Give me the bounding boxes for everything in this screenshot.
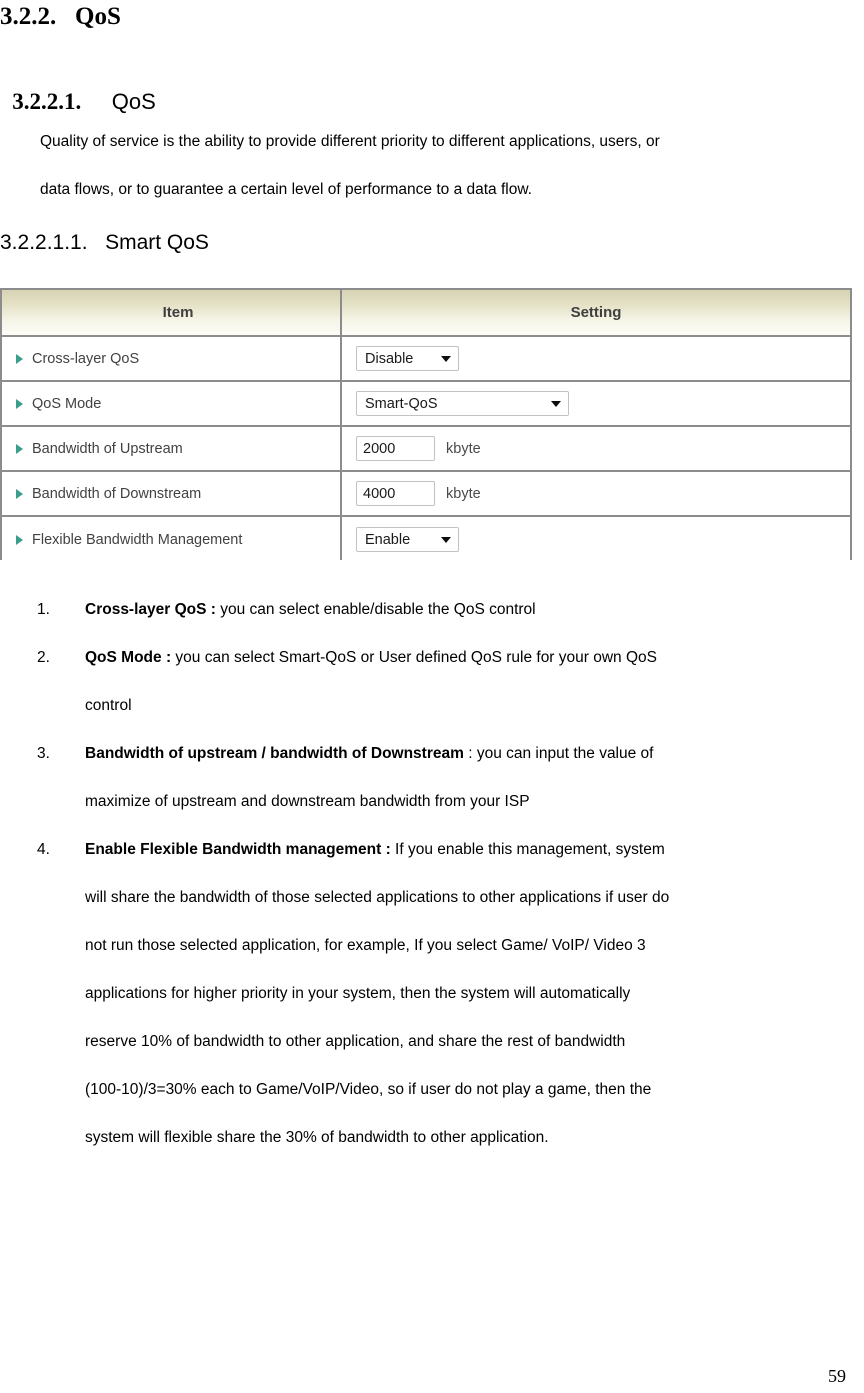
list-item-line: will share the bandwidth of those select… — [85, 889, 670, 906]
table-row: Flexible Bandwidth Management Enable — [2, 517, 850, 560]
list-item-line: not run those selected application, for … — [85, 937, 646, 954]
chevron-down-icon — [551, 400, 561, 407]
list-item-line: Enable Flexible Bandwidth management : I… — [85, 826, 860, 874]
section-heading-level3-number: 3.2.2.1. — [12, 89, 82, 114]
list-item-body: Enable Flexible Bandwidth management : I… — [85, 826, 860, 1162]
list-item: 3. Bandwidth of upstream / bandwidth of … — [0, 730, 864, 826]
intro-line: data flows, or to guarantee a certain le… — [40, 181, 532, 198]
chevron-down-icon — [441, 355, 451, 362]
list-item-term: QoS Mode : — [85, 649, 172, 666]
chevron-down-icon — [441, 536, 451, 543]
list-item-number: 2. — [37, 649, 50, 666]
row-label: Cross-layer QoS — [32, 350, 140, 367]
list-item-text: If you enable this management, system — [390, 841, 665, 858]
list-item-line: (100-10)/3=30% each to Game/VoIP/Video, … — [85, 1081, 652, 1098]
list-item-body: Bandwidth of upstream / bandwidth of Dow… — [85, 730, 860, 826]
cross-layer-qos-select[interactable]: Disable — [356, 346, 459, 371]
notes-list: 1. Cross-layer QoS : you can select enab… — [0, 586, 864, 1162]
list-item-number: 4. — [37, 841, 50, 858]
list-item-text: : you can input the value of — [463, 745, 654, 762]
bandwidth-downstream-value: 4000 — [363, 485, 396, 502]
list-item-line: reserve 10% of bandwidth to other applic… — [85, 1033, 626, 1050]
row-setting-cell: Enable — [342, 517, 850, 560]
list-item-line: control — [85, 697, 132, 714]
table-row: Bandwidth of Upstream 2000 kbyte — [2, 427, 850, 472]
list-item-text: you can select Smart-QoS or User defined… — [171, 649, 657, 666]
list-item-number: 3. — [37, 745, 50, 762]
flexible-bandwidth-management-value: Enable — [365, 531, 411, 548]
qos-mode-select[interactable]: Smart-QoS — [356, 391, 569, 416]
row-setting-cell: 2000 kbyte — [342, 427, 850, 470]
row-setting-cell: Disable — [342, 337, 850, 380]
page-number: 59 — [828, 1366, 846, 1386]
section-heading-level3: 3.2.2.1. QoS — [0, 60, 156, 116]
triangle-right-icon — [16, 534, 23, 545]
column-header-setting: Setting — [570, 304, 622, 321]
triangle-right-icon — [16, 488, 23, 499]
list-item-body: Cross-layer QoS : you can select enable/… — [85, 586, 860, 634]
list-item-line: Cross-layer QoS : you can select enable/… — [85, 586, 860, 634]
bandwidth-upstream-input[interactable]: 2000 — [356, 436, 435, 461]
list-item: 4. Enable Flexible Bandwidth management … — [0, 826, 864, 1162]
row-label-cell: Flexible Bandwidth Management — [2, 517, 342, 560]
section-heading-level4: 3.2.2.1.1. Smart QoS — [0, 231, 209, 254]
bandwidth-upstream-unit: kbyte — [446, 440, 481, 457]
list-item-number: 1. — [37, 601, 50, 618]
table-header-row: Item Setting — [2, 290, 850, 337]
table-row: Cross-layer QoS Disable — [2, 337, 850, 382]
list-item-term: Bandwidth of upstream / bandwidth of Dow… — [85, 745, 464, 762]
qos-mode-value: Smart-QoS — [365, 395, 438, 412]
intro-paragraph: Quality of service is the ability to pro… — [40, 118, 860, 214]
list-item-text: you can select enable/disable the QoS co… — [215, 601, 536, 618]
list-item-line: QoS Mode : you can select Smart-QoS or U… — [85, 634, 860, 682]
list-item-line: applications for higher priority in your… — [85, 985, 631, 1002]
intro-line: Quality of service is the ability to pro… — [40, 133, 660, 150]
row-label: Bandwidth of Upstream — [32, 440, 183, 457]
list-item-line: Bandwidth of upstream / bandwidth of Dow… — [85, 730, 860, 778]
list-item-body: QoS Mode : you can select Smart-QoS or U… — [85, 634, 860, 730]
row-label: Bandwidth of Downstream — [32, 485, 202, 502]
row-label-cell: Cross-layer QoS — [2, 337, 342, 380]
cross-layer-qos-value: Disable — [365, 350, 414, 367]
row-label-cell: Bandwidth of Upstream — [2, 427, 342, 470]
row-label-cell: Bandwidth of Downstream — [2, 472, 342, 515]
list-item: 1. Cross-layer QoS : you can select enab… — [0, 586, 864, 634]
column-header-item: Item — [2, 290, 342, 335]
list-item-term: Enable Flexible Bandwidth management : — [85, 841, 391, 858]
smart-qos-settings-table: Item Setting Cross-layer QoS Disable QoS… — [0, 288, 852, 560]
section-heading-level2: 3.2.2. QoS — [0, 3, 121, 30]
bandwidth-downstream-unit: kbyte — [446, 485, 481, 502]
triangle-right-icon — [16, 353, 23, 364]
list-item-line: system will flexible share the 30% of ba… — [85, 1129, 549, 1146]
bandwidth-upstream-value: 2000 — [363, 440, 396, 457]
list-item: 2. QoS Mode : you can select Smart-QoS o… — [0, 634, 864, 730]
section-heading-level3-title: QoS — [111, 89, 156, 114]
row-setting-cell: 4000 kbyte — [342, 472, 850, 515]
list-item-term: Cross-layer QoS : — [85, 601, 216, 618]
flexible-bandwidth-management-select[interactable]: Enable — [356, 527, 459, 552]
triangle-right-icon — [16, 443, 23, 454]
row-label: QoS Mode — [32, 395, 102, 412]
list-item-line: maximize of upstream and downstream band… — [85, 793, 530, 810]
triangle-right-icon — [16, 398, 23, 409]
row-label: Flexible Bandwidth Management — [32, 531, 243, 548]
table-row: QoS Mode Smart-QoS — [2, 382, 850, 427]
row-setting-cell: Smart-QoS — [342, 382, 850, 425]
table-row: Bandwidth of Downstream 4000 kbyte — [2, 472, 850, 517]
row-label-cell: QoS Mode — [2, 382, 342, 425]
bandwidth-downstream-input[interactable]: 4000 — [356, 481, 435, 506]
